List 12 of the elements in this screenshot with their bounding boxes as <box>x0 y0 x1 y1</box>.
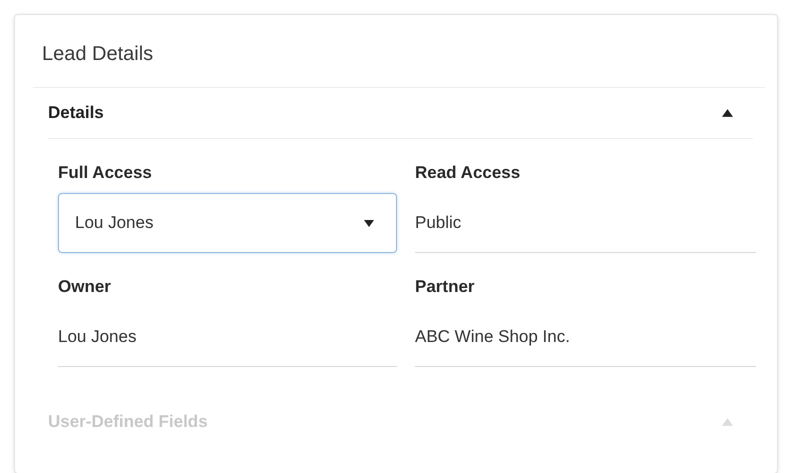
caret-icon[interactable] <box>364 220 374 226</box>
field-label: Full Access <box>58 162 152 184</box>
field-label: Partner <box>415 276 475 298</box>
section-title[interactable]: Details <box>48 103 104 123</box>
input-field[interactable]: ABC Wine Shop Inc. <box>415 307 756 367</box>
input-field[interactable]: Lou Jones <box>58 307 397 367</box>
dropdown-field[interactable]: Lou Jones <box>58 193 397 253</box>
field-label: Read Access <box>415 162 520 184</box>
card-title: Lead Details <box>41 42 154 67</box>
field-label: Owner <box>58 276 111 298</box>
input-field[interactable]: Public <box>415 193 756 253</box>
caret-icon[interactable] <box>722 109 733 117</box>
